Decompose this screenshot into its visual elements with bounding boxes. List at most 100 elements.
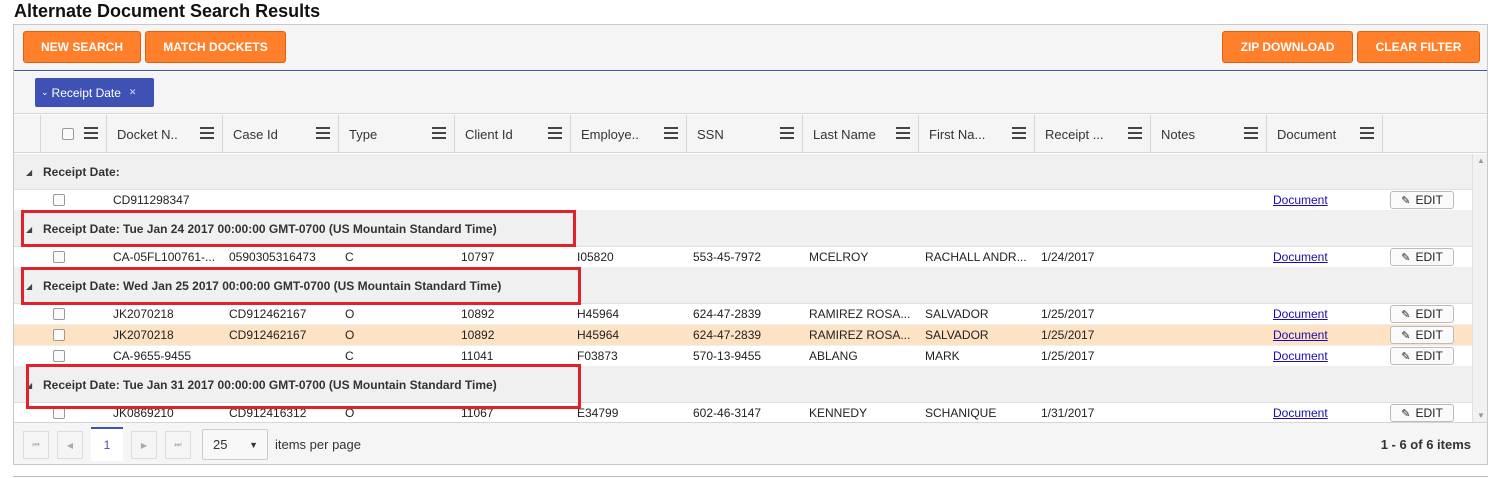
collapse-icon[interactable]: ◢: [26, 381, 32, 390]
page-size-value: 25: [213, 437, 228, 452]
current-page-button[interactable]: 1: [91, 427, 123, 461]
page-size-select[interactable]: 25 ▼: [202, 429, 268, 460]
table-row[interactable]: CA-9655-9455 C 11041 F03873 570-13-9455 ABLAN…: [14, 346, 1472, 367]
column-header-case-id[interactable]: Case Id: [223, 115, 339, 153]
grid-body: ◢ Receipt Date: CD911298347 Document ✎ EDIT ◢ R…: [14, 154, 1472, 422]
table-row[interactable]: CA-05FL100761-... 0590305316473 C 10797 I058…: [14, 247, 1472, 268]
collapse-icon[interactable]: ◢: [26, 282, 32, 291]
column-header-notes[interactable]: Notes: [1151, 115, 1267, 153]
table-row[interactable]: CD911298347 Document ✎ EDIT: [14, 190, 1472, 211]
document-link[interactable]: Document: [1273, 328, 1328, 342]
vertical-scrollbar[interactable]: ▲ ▼: [1472, 154, 1487, 422]
group-chip-receipt-date[interactable]: ⌄ Receipt Date ✕: [35, 78, 154, 107]
row-checkbox[interactable]: [53, 329, 65, 341]
collapse-icon[interactable]: ◢: [26, 168, 32, 177]
column-menu-icon[interactable]: [664, 127, 678, 139]
column-menu-icon[interactable]: [1244, 127, 1258, 139]
select-all-header: [41, 115, 107, 153]
document-link[interactable]: Document: [1273, 406, 1328, 420]
new-search-button[interactable]: NEW SEARCH: [23, 31, 141, 63]
scroll-up-icon[interactable]: ▲: [1477, 156, 1485, 165]
cell-first: SCHANIQUE: [925, 406, 997, 420]
cell-employee: H45964: [577, 328, 620, 342]
cell-first: MARK: [925, 349, 960, 363]
column-header-label: SSN: [697, 126, 724, 142]
cell-employee: E34799: [577, 406, 619, 420]
edit-button[interactable]: ✎ EDIT: [1390, 326, 1454, 344]
column-menu-icon[interactable]: [896, 127, 910, 139]
cell-ssn: 553-45-7972: [693, 250, 762, 264]
collapse-icon[interactable]: ◢: [26, 225, 32, 234]
next-page-button[interactable]: ▶: [131, 431, 157, 459]
group-header-row[interactable]: ◢ Receipt Date: Tue Jan 24 2017 00:00:00 …: [14, 211, 1472, 247]
edit-button[interactable]: ✎ EDIT: [1390, 347, 1454, 365]
page-title: Alternate Document Search Results: [14, 1, 321, 21]
group-chip-label: Receipt Date: [51, 85, 121, 100]
match-dockets-button[interactable]: MATCH DOCKETS: [145, 31, 286, 63]
column-header-label: Client Id: [465, 126, 513, 142]
column-menu-icon[interactable]: [432, 127, 446, 139]
document-link[interactable]: Document: [1273, 250, 1328, 264]
row-checkbox[interactable]: [53, 308, 65, 320]
edit-button[interactable]: ✎ EDIT: [1390, 305, 1454, 323]
pencil-icon: ✎: [1401, 407, 1411, 420]
row-checkbox[interactable]: [53, 251, 65, 263]
row-checkbox[interactable]: [53, 407, 65, 419]
row-checkbox[interactable]: [53, 350, 65, 362]
document-link[interactable]: Document: [1273, 349, 1328, 363]
edit-button[interactable]: ✎ EDIT: [1390, 248, 1454, 266]
column-header-receipt-date[interactable]: Receipt ...: [1035, 115, 1151, 153]
cell-docket: CA-05FL100761-...: [113, 250, 216, 264]
cell-first: RACHALL ANDR...: [925, 250, 1027, 264]
scroll-down-icon[interactable]: ▼: [1477, 411, 1485, 420]
cell-case: CD912416312: [229, 406, 307, 420]
column-menu-icon[interactable]: [200, 127, 214, 139]
column-menu-icon[interactable]: [548, 127, 562, 139]
column-header-last-name[interactable]: Last Name: [803, 115, 919, 153]
row-checkbox[interactable]: [53, 194, 65, 206]
cell-docket: JK2070218: [113, 328, 174, 342]
cell-ssn: 602-46-3147: [693, 406, 762, 420]
close-icon[interactable]: ✕: [129, 87, 137, 98]
column-header-type[interactable]: Type: [339, 115, 455, 153]
column-menu-icon[interactable]: [316, 127, 330, 139]
column-header-employee[interactable]: Employe..: [571, 115, 687, 153]
table-row[interactable]: JK2070218 CD912462167 O 10892 H45964 624-47-2…: [14, 304, 1472, 325]
edit-button[interactable]: ✎ EDIT: [1390, 404, 1454, 422]
column-menu-icon[interactable]: [780, 127, 794, 139]
group-header-row[interactable]: ◢ Receipt Date: Wed Jan 25 2017 00:00:00 …: [14, 268, 1472, 304]
column-menu-icon[interactable]: [1360, 127, 1374, 139]
first-page-button[interactable]: ⏮: [23, 431, 49, 459]
scrollbar-header-spacer: [1472, 115, 1487, 153]
column-header-client-id[interactable]: Client Id: [455, 115, 571, 153]
edit-button-label: EDIT: [1415, 328, 1443, 342]
column-menu-icon[interactable]: [1128, 127, 1142, 139]
table-row[interactable]: JK0869210 CD912416312 O 11067 E34799 602-46-3…: [14, 403, 1472, 422]
cell-ssn: 624-47-2839: [693, 328, 762, 342]
edit-button-label: EDIT: [1415, 250, 1443, 264]
select-all-checkbox[interactable]: [62, 128, 74, 140]
cell-type: O: [345, 406, 355, 420]
zip-download-button[interactable]: ZIP DOWNLOAD: [1222, 31, 1353, 63]
last-page-button[interactable]: ⏭: [165, 431, 191, 459]
cell-ssn: 570-13-9455: [693, 349, 762, 363]
group-header-row[interactable]: ◢ Receipt Date: Tue Jan 31 2017 00:00:00 …: [14, 367, 1472, 403]
prev-page-button[interactable]: ◀: [57, 431, 83, 459]
cell-docket: CA-9655-9455: [113, 349, 192, 363]
column-header-ssn[interactable]: SSN: [687, 115, 803, 153]
column-menu-icon[interactable]: [84, 127, 98, 139]
column-header-docket[interactable]: Docket N..: [107, 115, 223, 153]
clear-filter-button[interactable]: CLEAR FILTER: [1357, 31, 1480, 63]
column-header-first-name[interactable]: First Na...: [919, 115, 1035, 153]
results-grid: NEW SEARCH MATCH DOCKETS ZIP DOWNLOAD CL…: [13, 24, 1488, 465]
chevron-down-icon[interactable]: ⌄: [41, 87, 49, 98]
cell-client: 10892: [461, 328, 495, 342]
edit-button[interactable]: ✎ EDIT: [1390, 191, 1454, 209]
document-link[interactable]: Document: [1273, 307, 1328, 321]
group-header-row[interactable]: ◢ Receipt Date:: [14, 154, 1472, 190]
column-header-document[interactable]: Document: [1267, 115, 1383, 153]
column-menu-icon[interactable]: [1012, 127, 1026, 139]
document-link[interactable]: Document: [1273, 193, 1328, 207]
table-row[interactable]: JK2070218 CD912462167 O 10892 H45964 624-47-2…: [14, 325, 1472, 346]
cell-case: CD912462167: [229, 328, 307, 342]
